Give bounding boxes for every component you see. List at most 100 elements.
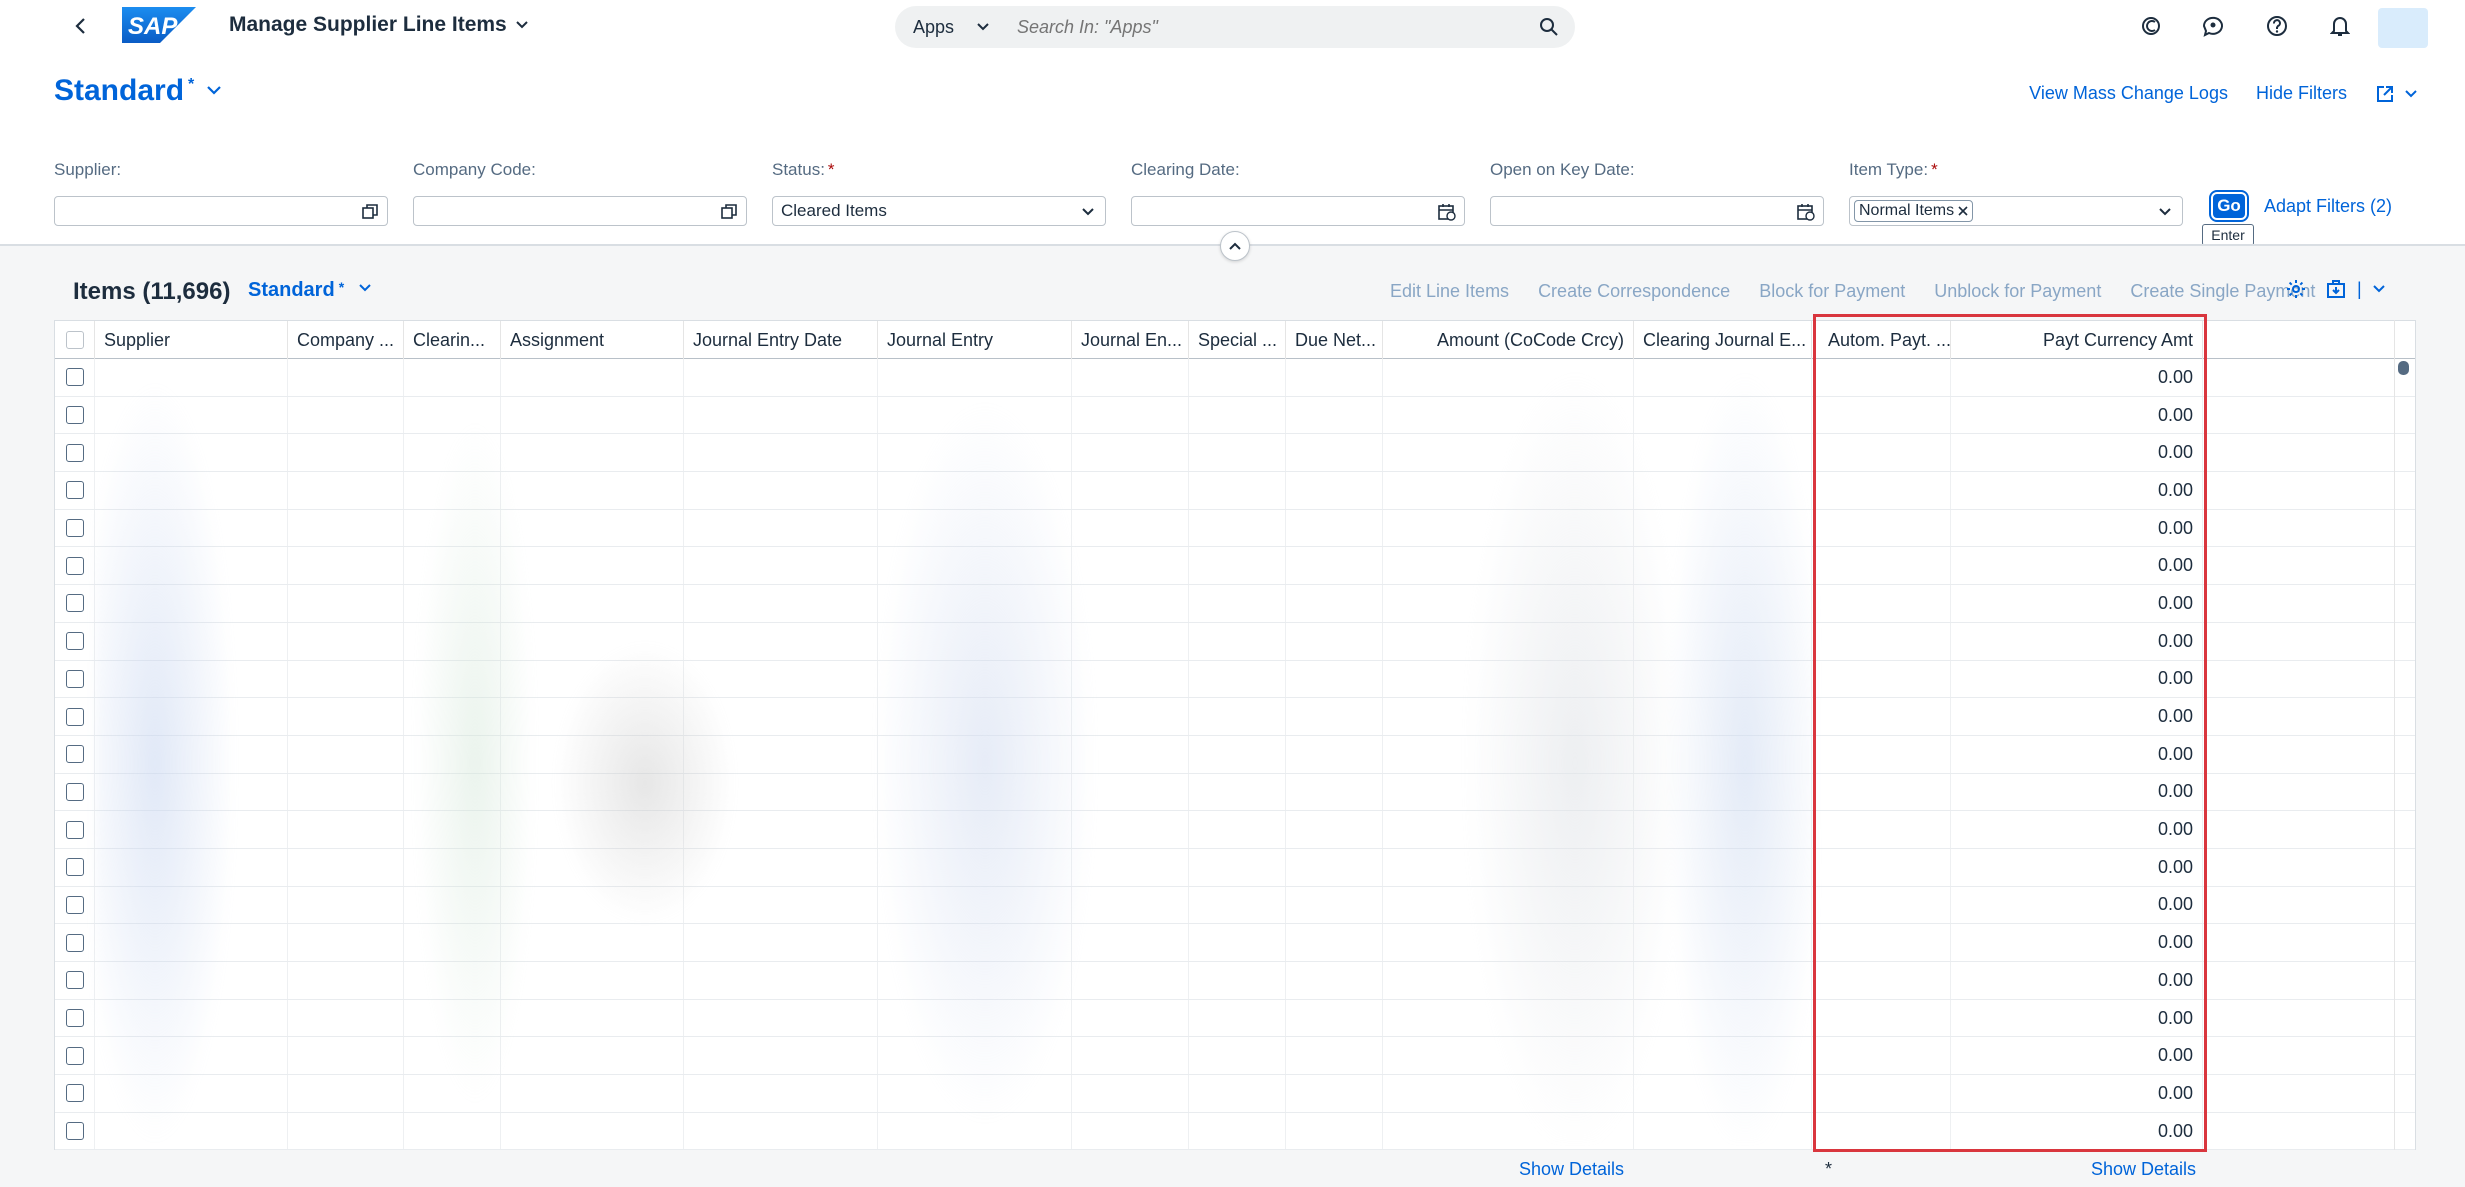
adapt-filters-button[interactable]: Adapt Filters (2) bbox=[2264, 196, 2392, 217]
row-checkbox[interactable] bbox=[55, 735, 95, 773]
hide-filters-link[interactable]: Hide Filters bbox=[2256, 83, 2347, 104]
create-correspondence-button[interactable]: Create Correspondence bbox=[1538, 281, 1730, 302]
table-cell bbox=[1189, 1037, 1286, 1075]
show-details-link[interactable]: Show Details bbox=[1519, 1159, 1624, 1180]
app-title-menu[interactable]: Manage Supplier Line Items bbox=[229, 13, 529, 37]
col-header[interactable]: Company ... bbox=[288, 321, 404, 359]
row-checkbox[interactable] bbox=[55, 472, 95, 509]
table-cell bbox=[1634, 811, 1812, 848]
col-header[interactable]: Amount (CoCode Crcy) bbox=[1383, 321, 1634, 359]
row-checkbox[interactable] bbox=[55, 434, 95, 472]
open-key-date-input[interactable] bbox=[1490, 196, 1824, 226]
table-footer: Show Details * Show Details bbox=[54, 1152, 2209, 1187]
item-type-label: Item Type: bbox=[1849, 160, 1929, 179]
table-cell bbox=[404, 848, 501, 886]
notifications-feedback-icon[interactable] bbox=[2199, 12, 2227, 40]
col-header[interactable]: Clearing Journal E... bbox=[1634, 321, 1812, 359]
row-checkbox[interactable] bbox=[55, 547, 95, 585]
row-spacer bbox=[2203, 811, 2415, 848]
avatar[interactable] bbox=[2378, 8, 2428, 48]
scrollbar-thumb[interactable] bbox=[2398, 361, 2409, 375]
table-cell bbox=[95, 924, 288, 961]
table-cell bbox=[1383, 359, 1634, 396]
row-checkbox[interactable] bbox=[55, 396, 95, 434]
row-spacer bbox=[2203, 510, 2415, 547]
help-icon[interactable] bbox=[2263, 12, 2291, 40]
search-scope-select[interactable]: Apps bbox=[895, 17, 1005, 38]
block-for-payment-button[interactable]: Block for Payment bbox=[1759, 281, 1905, 302]
col-header[interactable]: Journal En... bbox=[1072, 321, 1189, 359]
table-cell bbox=[1189, 698, 1286, 735]
table-cell bbox=[1383, 811, 1634, 848]
col-header[interactable]: Due Net... bbox=[1286, 321, 1383, 359]
table-cell bbox=[1189, 962, 1286, 999]
search-icon[interactable] bbox=[1523, 6, 1575, 48]
value-help-icon[interactable] bbox=[718, 201, 740, 223]
clearing-date-input[interactable] bbox=[1131, 196, 1465, 226]
row-checkbox[interactable] bbox=[55, 698, 95, 735]
table-cell bbox=[288, 962, 404, 999]
variant-management[interactable]: Standard * bbox=[54, 74, 222, 108]
supplier-input[interactable] bbox=[54, 196, 388, 226]
col-header[interactable]: Clearin... bbox=[404, 321, 501, 359]
table-cell bbox=[1189, 848, 1286, 886]
col-header[interactable]: Supplier bbox=[95, 321, 288, 359]
table-cell bbox=[1072, 660, 1189, 698]
status-select[interactable]: Cleared Items bbox=[772, 196, 1106, 226]
share-menu[interactable] bbox=[2375, 84, 2417, 104]
col-header[interactable]: Journal Entry bbox=[878, 321, 1072, 359]
back-icon[interactable] bbox=[66, 11, 96, 41]
row-checkbox[interactable] bbox=[55, 585, 95, 622]
select-all-checkbox[interactable] bbox=[55, 321, 95, 359]
table-cell bbox=[288, 1075, 404, 1112]
joule-icon[interactable] bbox=[2137, 12, 2165, 40]
row-checkbox[interactable] bbox=[55, 509, 95, 547]
export-menu[interactable]: | bbox=[2325, 278, 2386, 300]
row-checkbox[interactable] bbox=[55, 924, 95, 961]
table-cell bbox=[1072, 848, 1189, 886]
chevron-down-icon bbox=[2405, 89, 2417, 97]
row-checkbox[interactable] bbox=[55, 1112, 95, 1150]
calendar-icon[interactable] bbox=[1795, 201, 1817, 223]
edit-line-items-button[interactable]: Edit Line Items bbox=[1390, 281, 1509, 302]
value-help-icon[interactable] bbox=[359, 201, 381, 223]
table-cell bbox=[684, 811, 878, 848]
row-checkbox[interactable] bbox=[55, 1075, 95, 1112]
row-checkbox[interactable] bbox=[55, 848, 95, 886]
row-checkbox[interactable] bbox=[55, 811, 95, 848]
row-checkbox[interactable] bbox=[55, 660, 95, 698]
row-checkbox[interactable] bbox=[55, 622, 95, 660]
item-type-token[interactable]: Normal Items bbox=[1854, 200, 1974, 222]
vertical-scrollbar[interactable] bbox=[2394, 320, 2416, 1150]
table-cell bbox=[1634, 585, 1812, 622]
row-checkbox[interactable] bbox=[55, 773, 95, 811]
go-button[interactable]: Go bbox=[2209, 190, 2249, 222]
row-checkbox[interactable] bbox=[55, 886, 95, 924]
unblock-for-payment-button[interactable]: Unblock for Payment bbox=[1934, 281, 2101, 302]
app-title: Manage Supplier Line Items bbox=[229, 13, 507, 36]
collapse-header-button[interactable] bbox=[1220, 231, 1250, 261]
bell-icon[interactable] bbox=[2326, 12, 2354, 40]
row-checkbox[interactable] bbox=[55, 962, 95, 999]
item-type-multiselect[interactable]: Normal Items bbox=[1849, 196, 2183, 226]
row-checkbox[interactable] bbox=[55, 1037, 95, 1075]
calendar-icon[interactable] bbox=[1436, 201, 1458, 223]
settings-icon[interactable] bbox=[2285, 278, 2307, 300]
col-header[interactable]: Journal Entry Date bbox=[684, 321, 878, 359]
view-mass-change-logs-link[interactable]: View Mass Change Logs bbox=[2029, 83, 2228, 104]
company-code-input[interactable] bbox=[413, 196, 747, 226]
search-input[interactable] bbox=[1005, 16, 1523, 38]
row-checkbox[interactable] bbox=[55, 999, 95, 1037]
table-variant-management[interactable]: Standard * bbox=[248, 279, 372, 302]
table-cell bbox=[501, 434, 684, 472]
table-title: Items (11,696) bbox=[73, 278, 231, 305]
sap-logo[interactable]: SAP bbox=[122, 7, 196, 43]
col-header[interactable]: Assignment bbox=[501, 321, 684, 359]
table-cell bbox=[404, 585, 501, 622]
close-icon[interactable] bbox=[1958, 206, 1968, 216]
show-details-link[interactable]: Show Details bbox=[2091, 1159, 2196, 1180]
row-checkbox[interactable] bbox=[55, 359, 95, 396]
col-header[interactable]: Special ... bbox=[1189, 321, 1286, 359]
table-variant-title: Standard bbox=[248, 279, 335, 301]
table-cell bbox=[95, 773, 288, 811]
